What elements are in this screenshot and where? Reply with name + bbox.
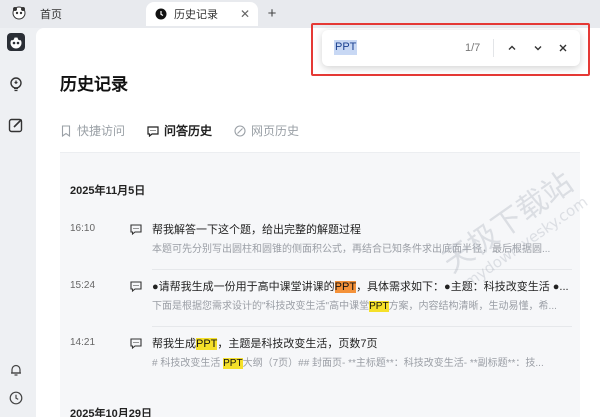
row-title: 帮我生成PPT，主题是科技改变生活，页数7页 (152, 335, 572, 351)
subtab-web-history[interactable]: 网页历史 (234, 122, 299, 139)
search-match-current: PPT (334, 281, 357, 293)
row-title-text: ，主题是科技改变生活，页数7页 (217, 338, 378, 350)
chat-icon (130, 338, 142, 349)
edit-icon[interactable] (6, 115, 26, 135)
search-match: PPT (196, 338, 218, 350)
link-icon (234, 124, 246, 137)
tab-history-label: 历史记录 (174, 9, 218, 21)
left-rail (0, 28, 32, 417)
main-panel: 历史记录 快捷访问 问答历史 网页历史 2025年11月5日 16:10 帮我解… (36, 28, 600, 417)
clock-icon[interactable] (6, 388, 26, 408)
clock-icon (154, 7, 168, 21)
tab-home-label: 首页 (40, 9, 62, 21)
lightbulb-icon[interactable] (6, 74, 26, 94)
subtab-qa-history-label: 问答历史 (164, 124, 213, 138)
row-title-text: ●请帮我生成一份用于高中课堂讲课的 (152, 281, 335, 293)
history-row[interactable]: 15:24 ●请帮我生成一份用于高中课堂讲课的PPT，具体需求如下：●主题：科技… (60, 270, 580, 326)
subtab-quick-access-label: 快捷访问 (77, 124, 126, 138)
chat-icon (130, 224, 142, 235)
subtab-qa-history[interactable]: 问答历史 (147, 122, 212, 139)
chevron-down-icon[interactable] (530, 40, 546, 56)
tab-home[interactable]: 首页 (36, 2, 136, 26)
row-snippet-text: 大纲（7页）## 封面页- **主标题**：科技改变生活- **副标题**：技.… (242, 358, 544, 369)
history-row[interactable]: 14:21 帮我生成PPT，主题是科技改变生活，页数7页 # 科技改变生活 PP… (60, 327, 580, 383)
bell-icon[interactable] (6, 360, 26, 380)
find-bar: PPT 1/7 (322, 30, 580, 66)
search-match: PPT (369, 301, 389, 312)
page-title: 历史记录 (60, 75, 128, 94)
row-snippet: 本题可先分别写出圆柱和圆锥的侧面积公式，再结合已知条件求出底面半径，最后根据圆.… (152, 244, 551, 255)
row-title-text: ，具体需求如下：●主题：科技改变生活 ●... (356, 281, 569, 293)
row-snippet-text: # 科技改变生活 (152, 358, 224, 369)
search-match: PPT (223, 358, 243, 369)
subtab-web-history-label: 网页历史 (251, 124, 300, 138)
chevron-up-icon[interactable] (504, 40, 520, 56)
row-title: ●请帮我生成一份用于高中课堂讲课的PPT，具体需求如下：●主题：科技改变生活 ●… (152, 278, 572, 294)
row-title-text: 帮我生成 (152, 338, 196, 350)
panda-logo-icon[interactable] (6, 32, 26, 52)
find-divider (493, 39, 494, 57)
panda-logo-icon (12, 6, 26, 20)
close-icon[interactable] (555, 40, 571, 56)
row-snippet: 下面是根据您需求设计的"科技改变生活"高中课堂PPT方案，内容结构清晰，生动易懂… (152, 297, 572, 312)
row-snippet-text: 方案，内容结构清晰，生动易懂，希... (388, 301, 557, 312)
find-query-selected: PPT (334, 40, 358, 55)
history-row[interactable]: 16:10 帮我解答一下这个题，给出完整的解题过程 本题可先分别写出圆柱和圆锥的… (60, 213, 580, 269)
close-icon[interactable]: ✕ (238, 7, 252, 21)
row-snippet: # 科技改变生活 PPT大纲（7页）## 封面页- **主标题**：科技改变生活… (152, 354, 572, 369)
row-snippet-text: 下面是根据您需求设计的"科技改变生活"高中课堂 (152, 301, 370, 312)
chat-icon (147, 125, 159, 137)
row-time: 15:24 (70, 280, 96, 291)
row-title: 帮我解答一下这个题，给出完整的解题过程 (152, 224, 361, 236)
history-subtabs: 快捷访问 问答历史 网页历史 (60, 122, 299, 139)
row-time: 14:21 (70, 337, 96, 348)
history-list: 2025年11月5日 16:10 帮我解答一下这个题，给出完整的解题过程 本题可… (60, 153, 580, 417)
bookmark-icon (61, 124, 71, 137)
chat-icon (130, 281, 142, 292)
date-group-header: 2025年10月29日 (70, 408, 152, 417)
subtab-quick-access[interactable]: 快捷访问 (60, 122, 125, 139)
row-time: 16:10 (70, 223, 96, 234)
tab-history[interactable]: 历史记录 ✕ (146, 2, 258, 26)
date-group-header: 2025年11月5日 (70, 185, 146, 197)
find-match-count: 1/7 (465, 42, 481, 54)
plus-icon[interactable]: + (264, 5, 280, 22)
